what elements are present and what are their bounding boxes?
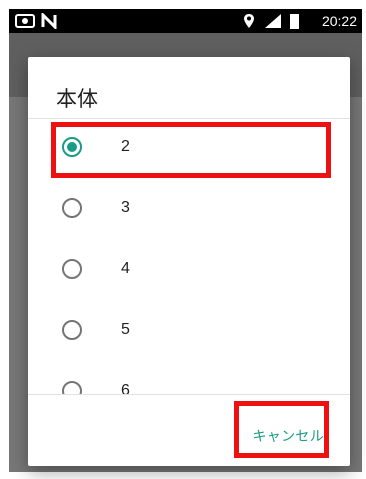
option-label: 5 (121, 321, 130, 338)
option-item[interactable]: 4 (28, 241, 350, 302)
option-label: 3 (121, 199, 130, 216)
signal-icon (265, 14, 281, 28)
radio-button-checked[interactable] (62, 137, 82, 157)
radio-button[interactable] (62, 259, 82, 279)
option-label: 2 (121, 138, 130, 155)
option-label: 4 (121, 260, 130, 277)
actions-divider (28, 394, 350, 395)
cancel-button[interactable]: キャンセル (253, 426, 325, 446)
n-notification-icon (41, 13, 57, 29)
radio-button[interactable] (62, 381, 82, 394)
radio-dot (67, 142, 77, 152)
dialog-title: 本体 (56, 88, 98, 111)
option-item[interactable]: 6 (28, 363, 350, 394)
option-label: 6 (121, 382, 130, 394)
option-item[interactable]: 3 (28, 180, 350, 241)
location-pin-icon (244, 14, 254, 28)
radio-button[interactable] (62, 320, 82, 340)
selection-dialog: 本体 2 3 4 5 6 キャンセル (28, 57, 350, 466)
screen-rotation-icon (15, 14, 35, 28)
status-bar: 20:22 (9, 9, 362, 33)
option-item[interactable]: 2 (28, 119, 350, 180)
option-item[interactable]: 5 (28, 302, 350, 363)
battery-icon (290, 14, 299, 29)
options-list[interactable]: 2 3 4 5 6 (28, 119, 350, 394)
radio-button[interactable] (62, 198, 82, 218)
status-time: 20:22 (321, 13, 357, 29)
